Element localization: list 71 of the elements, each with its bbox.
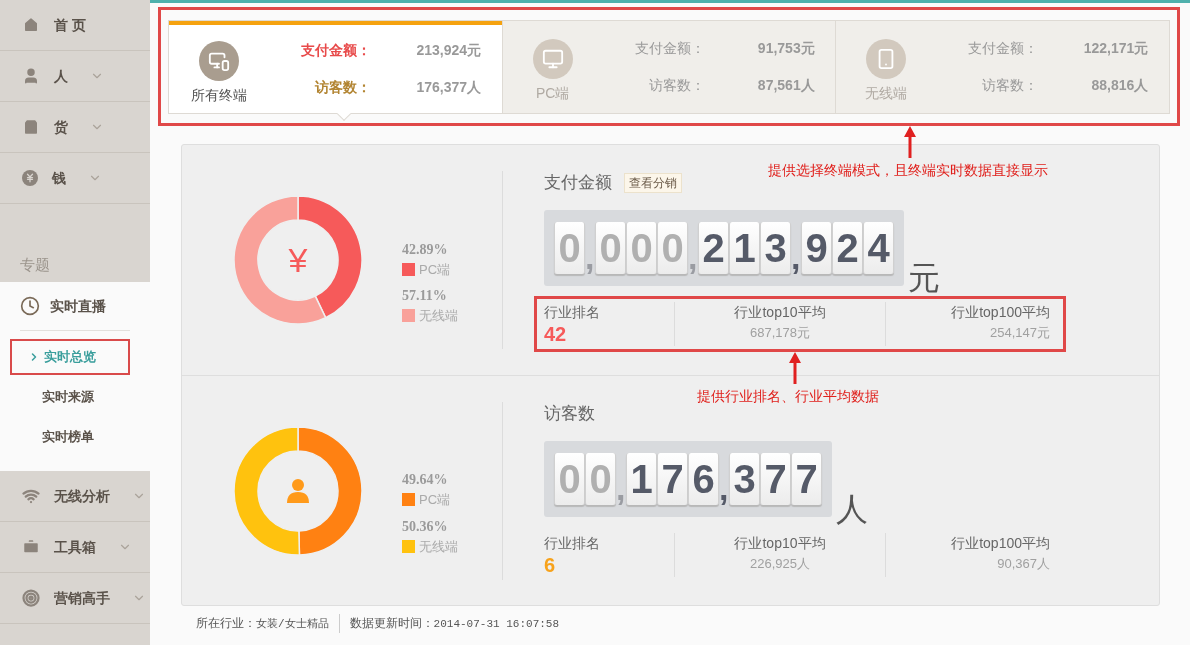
legend-percent: 50.36%	[402, 517, 449, 536]
annotation-arrow	[789, 352, 801, 384]
person-icon	[286, 477, 310, 504]
stat-label: 行业top100平均	[951, 303, 1050, 322]
legend-label: 无线端	[419, 537, 458, 556]
sidebar-item[interactable]: 工具箱	[0, 522, 150, 573]
counter-unit: 人	[836, 492, 868, 525]
legend-label: PC端	[419, 491, 451, 509]
yen-symbol: ¥	[288, 243, 308, 277]
legend-percent: 49.64%	[402, 471, 449, 489]
legend-label: 无线端	[419, 307, 458, 325]
metric-value: 122,171元	[1082, 39, 1149, 58]
metric-value: 176,377人	[415, 78, 481, 97]
legend-percent: 57.11%	[402, 287, 448, 305]
devices-icon	[199, 40, 239, 81]
section-title: 支付金额	[544, 172, 612, 195]
industry-rank: 42	[544, 322, 567, 346]
metric-label: 支付金额：	[300, 41, 371, 60]
metric-label: 访客数：	[313, 78, 371, 97]
submenu-item[interactable]: 实时总览	[10, 339, 130, 375]
metric-value: 88,816人	[1090, 76, 1149, 95]
sidebar-item[interactable]: 首 页	[0, 0, 150, 51]
home-icon	[22, 16, 40, 34]
industry-rank: 6	[544, 552, 556, 577]
stat-value: 90,367人	[997, 554, 1050, 573]
stat-label: 行业top10平均	[734, 303, 826, 322]
stat-label: 行业top10平均	[734, 533, 826, 553]
stat-value: 687,178元	[750, 324, 810, 342]
annotation-text: 提供选择终端模式，且终端实时数据直接显示	[768, 161, 1048, 180]
metric-label: 访客数：	[647, 76, 705, 95]
stat-label: 行业排名	[544, 303, 600, 322]
section-heading: 专题	[20, 254, 50, 275]
metric-label: 支付金额：	[967, 39, 1039, 58]
metric-label: 支付金额：	[633, 39, 705, 58]
stat-value: 226,925人	[750, 554, 810, 573]
wifi-icon	[22, 487, 40, 505]
yen-icon	[22, 170, 38, 186]
metric-value: 91,753元	[756, 39, 815, 58]
clock-icon	[20, 296, 40, 316]
submenu-group[interactable]: 实时直播	[20, 282, 130, 331]
stat-value: 254,147元	[990, 324, 1050, 342]
stat-label: 行业排名	[544, 533, 600, 553]
sidebar-item[interactable]: 货	[0, 102, 150, 153]
metric-value: 87,561人	[756, 76, 815, 95]
counter-unit: 元	[908, 262, 940, 294]
toolbox-icon	[22, 538, 40, 556]
bag-icon	[22, 118, 40, 136]
submenu-item[interactable]: 实时榜单	[12, 419, 130, 455]
phone-icon	[866, 38, 907, 79]
legend-label: PC端	[419, 260, 451, 279]
monitor-icon	[532, 38, 573, 79]
section-title: 访客数	[544, 402, 595, 425]
target-icon	[22, 589, 40, 607]
submenu-item[interactable]: 实时来源	[12, 379, 130, 415]
legend-percent: 42.89%	[402, 240, 449, 259]
tab-label: 所有终端	[191, 85, 247, 105]
metric-label: 访客数：	[981, 76, 1039, 95]
annotation-arrow	[904, 126, 916, 158]
footer-info: 所在行业：女装/女士精品	[196, 615, 330, 632]
annotation-text: 提供行业排名、行业平均数据	[697, 387, 879, 406]
sidebar-item[interactable]: 人	[0, 51, 150, 102]
tab-label: 无线端	[865, 83, 908, 103]
sidebar-item[interactable]: 营销高手	[0, 573, 150, 624]
sidebar-item[interactable]: 无线分析	[0, 471, 150, 522]
footer-info: 数据更新时间：2014-07-31 16:07:58	[338, 614, 570, 633]
sidebar-item[interactable]: 钱	[0, 153, 150, 204]
stat-label: 行业top100平均	[951, 533, 1050, 553]
user-icon	[22, 67, 40, 85]
tab-label: PC端	[535, 83, 570, 103]
view-distribution-button[interactable]: 查看分销	[624, 173, 682, 193]
metric-value: 213,924元	[415, 41, 481, 60]
